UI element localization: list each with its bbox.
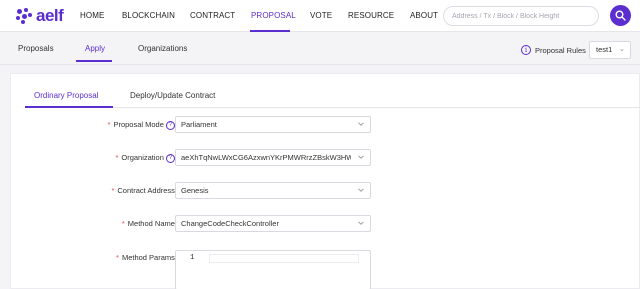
proposal-mode-label: * Proposal Mode ? : <box>108 116 179 134</box>
tab-deploy-update-contract[interactable]: Deploy/Update Contract <box>130 86 215 108</box>
subbar-divider <box>0 64 640 65</box>
subtab-proposals[interactable]: Proposals <box>18 33 54 63</box>
contract-address-select[interactable]: Genesis <box>175 182 371 199</box>
method-name-label: * Method Name : <box>121 219 179 228</box>
nav-contract[interactable]: CONTRACT <box>190 0 235 32</box>
aelf-logo[interactable]: aelf <box>16 6 64 25</box>
subtab-active-indicator <box>76 60 112 62</box>
form-row-proposal-mode: * Proposal Mode ? : Parliament <box>11 116 640 134</box>
aelf-logo-icon <box>16 7 34 25</box>
line-number: 1 <box>190 254 195 262</box>
nav-proposal[interactable]: PROPOSAL <box>251 0 296 32</box>
top-navbar: aelf HOME BLOCKCHAIN CONTRACT PROPOSAL V… <box>0 0 640 32</box>
nav-about[interactable]: ABOUT <box>410 0 438 32</box>
search-button[interactable] <box>610 5 631 26</box>
apply-card: Ordinary Proposal Deploy/Update Contract… <box>10 73 640 289</box>
nav-vote[interactable]: VOTE <box>310 0 332 32</box>
question-icon[interactable]: ? <box>165 120 175 130</box>
question-icon[interactable]: ? <box>165 153 175 163</box>
tab-ordinary-proposal[interactable]: Ordinary Proposal <box>34 86 98 108</box>
code-input-line[interactable] <box>209 254 359 263</box>
search-icon <box>615 10 626 21</box>
nav-resource[interactable]: RESOURCE <box>348 0 394 32</box>
method-name-select[interactable]: ChangeCodeCheckController <box>175 215 371 232</box>
proposal-rules-value: test1 <box>596 45 613 54</box>
logo-text: aelf <box>36 6 64 25</box>
form-row-contract-address: * Contract Address : Genesis <box>11 182 640 200</box>
method-params-editor[interactable]: 1 <box>175 250 371 289</box>
organization-select[interactable]: aeXhTqNwLWxCG6AzxwnYKrPMWRrzZBskW3HWVMrW… <box>175 149 371 166</box>
info-icon: i <box>521 45 531 55</box>
inner-tab-active-indicator <box>25 106 113 108</box>
contract-address-label: * Contract Address : <box>111 186 179 195</box>
form-row-organization: * Organization ? : aeXhTqNwLWxCG6AzxwnYK… <box>11 149 640 167</box>
search-box <box>443 6 599 26</box>
chevron-down-icon <box>358 188 364 192</box>
nav-blockchain[interactable]: BLOCKCHAIN <box>122 0 175 32</box>
proposal-rules[interactable]: i Proposal Rules <box>521 43 586 57</box>
subtab-organizations[interactable]: Organizations <box>138 33 187 63</box>
nav-active-indicator <box>250 30 290 32</box>
form-row-method-name: * Method Name : ChangeCodeCheckControlle… <box>11 215 640 233</box>
chevron-down-icon: ⌄ <box>619 46 625 53</box>
method-params-label: * Method Params : <box>116 253 179 262</box>
subtab-apply[interactable]: Apply <box>85 33 105 63</box>
organization-label: * Organization ? : <box>115 149 179 167</box>
proposal-rules-label: Proposal Rules <box>535 45 586 55</box>
nav-home[interactable]: HOME <box>80 0 104 32</box>
proposal-type-tabs: Ordinary Proposal Deploy/Update Contract <box>25 86 640 108</box>
search-input[interactable] <box>452 10 592 23</box>
proposal-mode-select[interactable]: Parliament <box>175 116 371 133</box>
proposal-rules-select[interactable]: test1 ⌄ <box>589 41 631 59</box>
chevron-down-icon <box>358 155 364 159</box>
chevron-down-icon <box>358 221 364 225</box>
chevron-down-icon <box>358 122 364 126</box>
